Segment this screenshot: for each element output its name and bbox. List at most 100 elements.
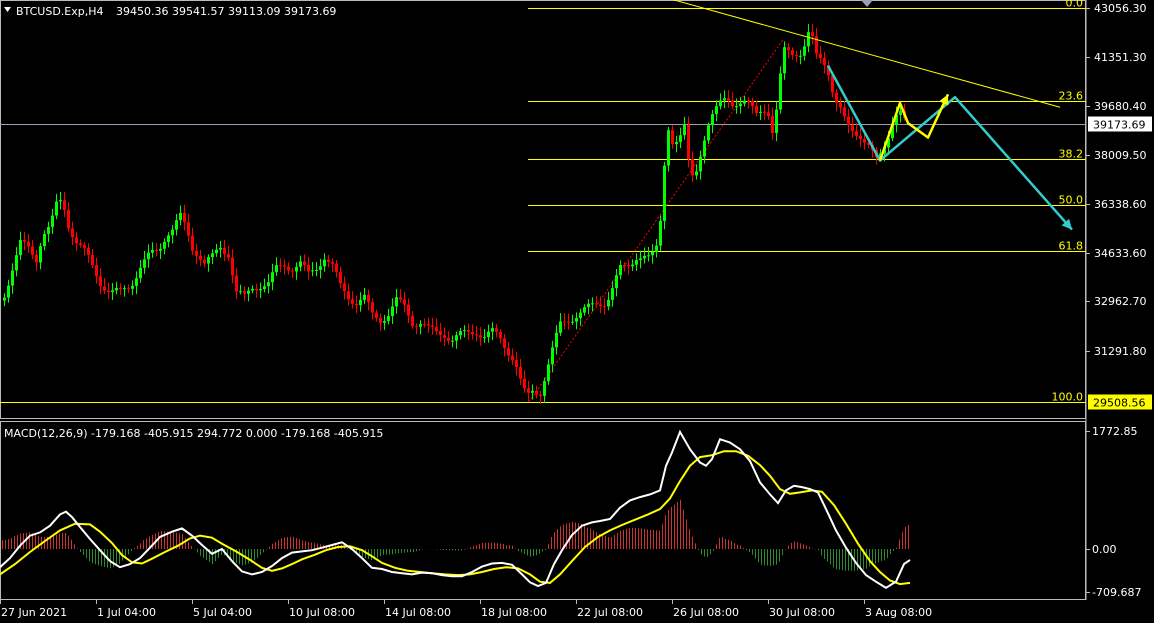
candle-body [743,100,746,104]
candle-body [487,331,490,338]
candle-body [739,103,742,107]
candle-body [275,265,278,273]
triangle-down-icon[interactable] [4,7,11,12]
candle-body [635,260,638,265]
candle-body [615,275,618,289]
candle-body [87,247,90,256]
candle-body [459,331,462,336]
candle-body [579,312,582,319]
candle-body [583,307,586,313]
candle-body [591,303,594,305]
candle-body [355,303,358,306]
candle-body [447,337,450,341]
time-axis: 27 Jun 2021 1 Jul 04:00 5 Jul 04:00 10 Jul … [0,600,932,619]
fibo-trend-line [528,39,784,403]
candle-body [523,378,526,389]
price-tick-label: 43056.30 [1094,2,1147,15]
candle-body [235,275,238,292]
candle-body [823,58,826,66]
macd-pane [0,429,911,589]
candle-body [847,116,850,126]
candle-body [363,294,366,300]
candle-body [175,220,178,230]
candle-body [259,289,262,291]
fibo-level-label: 38.2 [1059,148,1084,161]
candle-body [271,272,274,283]
chart-shift-marker-icon[interactable] [861,0,873,7]
candle-body [563,321,566,323]
candle-body [187,222,190,236]
candle-body [155,250,158,252]
price-tick-label: 31291.80 [1094,345,1147,358]
candle-body [667,130,670,166]
candle-body [515,360,518,368]
candle-body [639,258,642,261]
macd-tick-label: 1772.85 [1092,425,1138,438]
candle-body [351,299,354,304]
candle-body [683,124,686,136]
candle-body [575,318,578,322]
candle-body [863,138,866,143]
candle-body [367,294,370,303]
candle-body [471,331,474,335]
candle-body [855,131,858,136]
candle-body [375,312,378,318]
symbol-title: BTCUSD.Exp,H4 [16,5,104,18]
candle-body [147,252,150,260]
candle-body [315,270,318,272]
candle-body [151,250,154,253]
time-tick-label: 26 Jul 08:00 [673,606,739,619]
candle-body [551,347,554,365]
candle-body [511,355,514,361]
candle-body [751,100,754,106]
candle-body [723,98,726,101]
candle-body [227,254,230,258]
candle-body [727,98,730,101]
candle-body [3,297,6,301]
candle-body [627,265,630,267]
candle-body [167,235,170,242]
candle-body [779,73,782,110]
candle-body [799,55,802,57]
candle-body [703,140,706,157]
ohlc-readout: 39450.36 39541.57 39113.09 39173.69 [116,5,336,18]
candle-body [759,111,762,114]
candle-body [267,282,270,287]
chart-canvas[interactable]: 0.0 23.6 38.2 50.0 61.8 100.0 43056.30 41351.3… [0,0,1154,623]
price-tick-label: 34633.60 [1094,247,1147,260]
candle-body [51,215,54,228]
time-tick-label: 30 Jul 08:00 [769,606,835,619]
price-tick-label: 32962.70 [1094,295,1147,308]
candle-body [695,171,698,176]
candle-body [535,390,538,395]
trendline[interactable] [672,0,1061,108]
candle-body [439,331,442,336]
candle-body [659,220,662,246]
candle-body [35,254,38,263]
candle-body [859,135,862,139]
candle-body [223,247,226,255]
time-tick-label: 22 Jul 08:00 [577,606,643,619]
candle-body [451,340,454,342]
candle-body [83,245,86,248]
candle-body [711,114,714,126]
candle-body [339,271,342,284]
candle-body [107,290,110,293]
price-tick-label: 41351.30 [1094,51,1147,64]
candle-body [123,288,126,290]
fibo-level-label: 100.0 [1052,391,1084,404]
candle-body [407,304,410,316]
candle-body [595,303,598,305]
fibo-level-label: 50.0 [1059,194,1084,207]
candle-body [307,264,310,272]
candle-body [55,201,58,216]
candle-body [99,276,102,287]
candle-body [59,200,62,202]
candle-body [555,332,558,348]
candle-body [115,287,118,291]
candle-body [443,335,446,338]
candle-body [215,249,218,254]
candle-body [795,55,798,57]
candle-body [543,381,546,396]
candle-body [19,239,22,256]
